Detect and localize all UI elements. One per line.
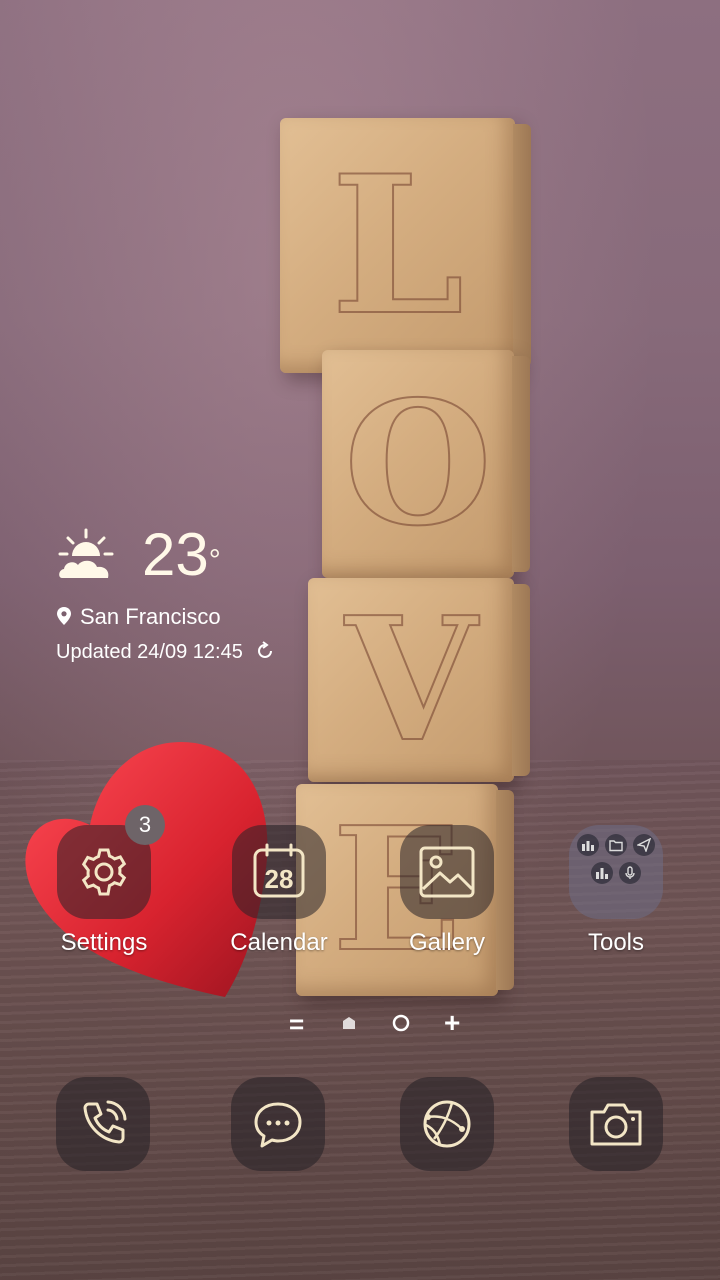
notification-badge: 3 — [125, 805, 165, 845]
weather-location: San Francisco — [56, 604, 316, 630]
folder-tools-tile[interactable] — [569, 825, 663, 919]
app-gallery[interactable]: Gallery — [372, 825, 522, 957]
wallpaper-letter: L — [330, 133, 466, 357]
page-indicator: = + — [0, 1009, 720, 1038]
folder-mini-mic-icon — [619, 862, 641, 884]
gear-icon — [81, 848, 127, 896]
weather-temperature: 23° — [142, 521, 221, 588]
calendar-day: 28 — [265, 864, 294, 894]
app-label: Gallery — [408, 929, 486, 956]
calendar-icon: 28 — [253, 843, 305, 898]
phone-icon — [83, 1100, 127, 1144]
camera-icon — [590, 1103, 642, 1146]
folder-tools[interactable]: Tools — [541, 825, 691, 957]
page-dot[interactable] — [392, 1014, 410, 1032]
folder-mini-chart-icon — [591, 862, 613, 884]
weather-widget[interactable]: 23° San Francisco Updated 24/09 12:45 — [56, 520, 316, 670]
app-gallery-tile[interactable] — [400, 825, 494, 919]
folder-mini-files-icon — [605, 834, 627, 856]
wallpaper-block-l: L — [280, 118, 531, 373]
image-icon — [419, 846, 475, 898]
app-label: Tools — [587, 929, 645, 956]
app-settings[interactable]: 3 Settings — [29, 805, 179, 957]
messages-icon — [254, 1102, 302, 1148]
dock-messages[interactable] — [231, 1077, 325, 1171]
refresh-icon[interactable] — [254, 640, 276, 662]
app-calendar[interactable]: 28 Calendar — [204, 825, 354, 957]
weather-updated-time: Updated 24/09 12:45 — [56, 640, 336, 664]
folder-mini-send-icon — [633, 834, 655, 856]
wallpaper-letter: V — [344, 580, 478, 780]
location-pin-icon — [57, 607, 71, 625]
partly-sunny-icon — [58, 528, 114, 578]
dock-browser[interactable] — [400, 1077, 494, 1171]
dock-camera[interactable] — [569, 1077, 663, 1171]
folder-mini-stats-icon — [577, 834, 599, 856]
app-label: Settings — [60, 929, 148, 956]
wallpaper-letter: O — [343, 364, 493, 564]
menu-indicator[interactable]: = — [289, 1011, 304, 1037]
wallpaper-block-o: O — [322, 350, 530, 578]
app-calendar-tile[interactable]: 28 — [232, 825, 326, 919]
add-page-icon[interactable]: + — [444, 1009, 460, 1037]
dock-phone[interactable] — [56, 1077, 150, 1171]
home-page-icon[interactable] — [342, 1016, 356, 1030]
wallpaper-block-v: V — [308, 578, 530, 782]
app-label: Calendar — [230, 929, 328, 956]
app-settings-tile[interactable]: 3 — [57, 805, 165, 919]
browser-icon — [423, 1100, 471, 1148]
